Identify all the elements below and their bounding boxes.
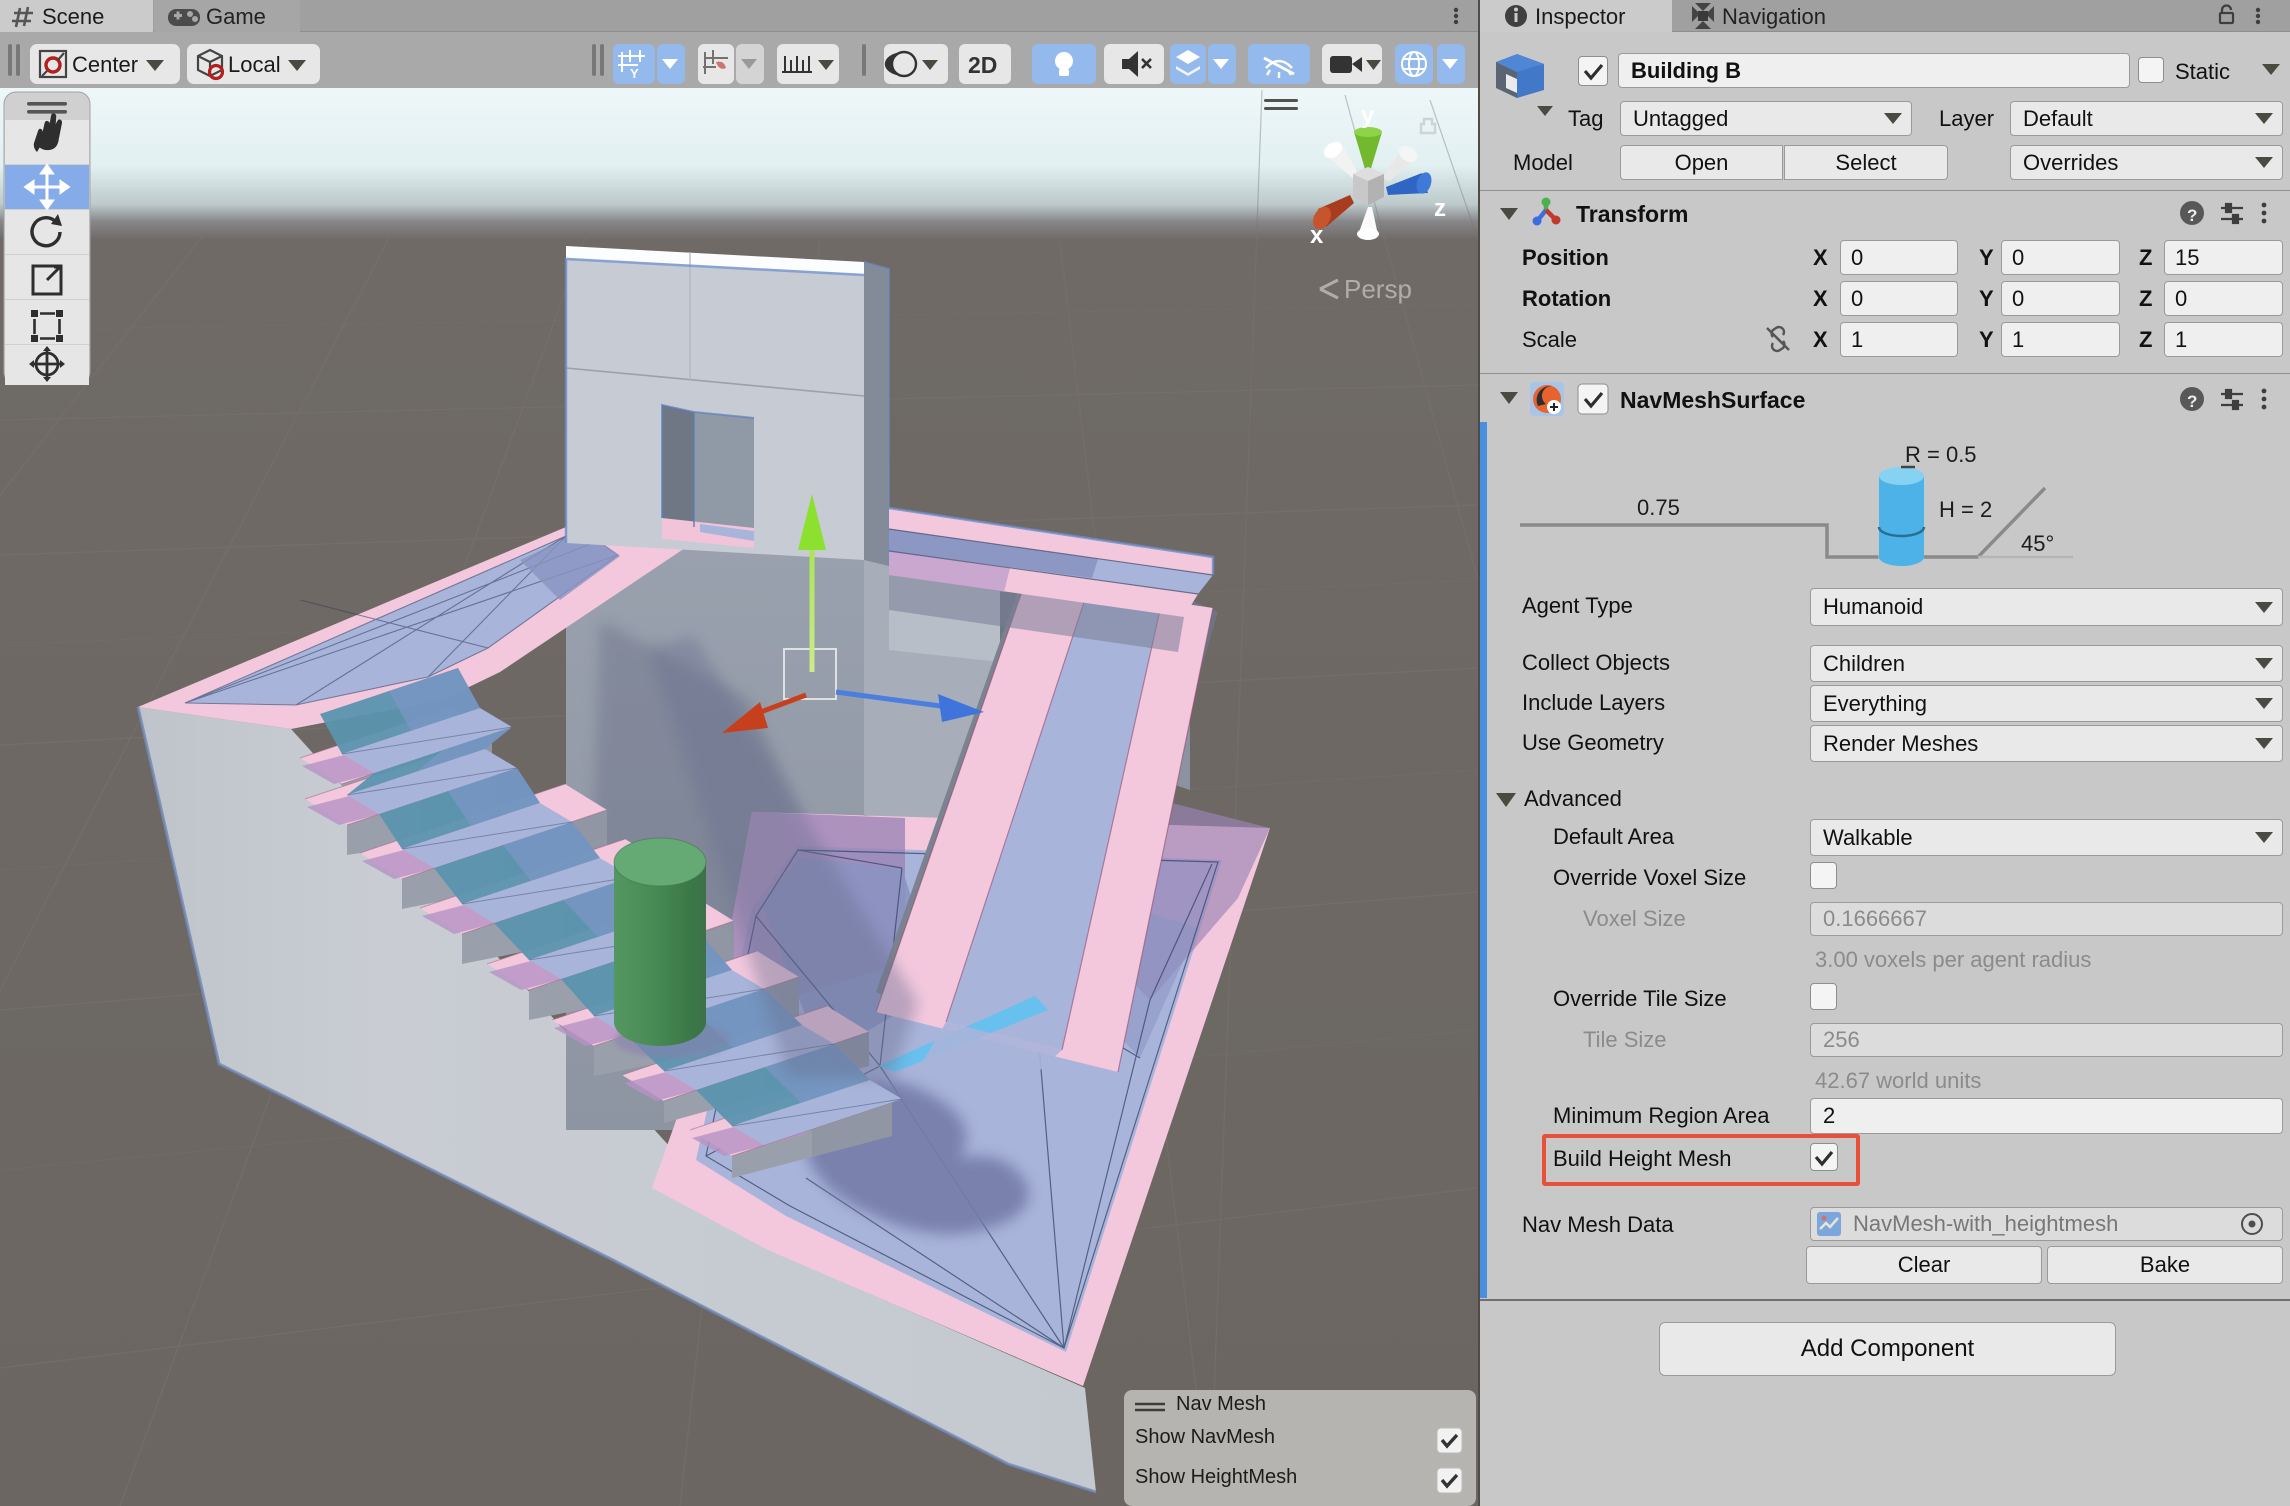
svg-text:z: z bbox=[1434, 195, 1446, 222]
svg-text:?: ? bbox=[2187, 392, 2197, 411]
svg-text:H = 2: H = 2 bbox=[1939, 497, 1992, 522]
svg-text:2D: 2D bbox=[968, 52, 997, 78]
svg-text:Local: Local bbox=[228, 52, 281, 77]
svg-text:x: x bbox=[1310, 222, 1324, 249]
svg-text:NavMeshSurface: NavMeshSurface bbox=[1620, 387, 1805, 413]
svg-text:Y: Y bbox=[630, 66, 639, 81]
svg-text:y: y bbox=[1361, 102, 1375, 129]
svg-text:Center: Center bbox=[72, 52, 138, 77]
svg-text:Game: Game bbox=[206, 4, 266, 29]
svg-text:45°: 45° bbox=[2021, 531, 2054, 556]
svg-text:R = 0.5: R = 0.5 bbox=[1905, 442, 1977, 467]
svg-text:Navigation: Navigation bbox=[1722, 4, 1826, 29]
svg-text:0.75: 0.75 bbox=[1637, 495, 1680, 520]
svg-text:Persp: Persp bbox=[1344, 274, 1412, 304]
svg-text:Scene: Scene bbox=[42, 4, 104, 29]
svg-text:Transform: Transform bbox=[1576, 201, 1688, 227]
svg-text:Inspector: Inspector bbox=[1535, 4, 1626, 29]
svg-text:?: ? bbox=[2187, 206, 2197, 225]
